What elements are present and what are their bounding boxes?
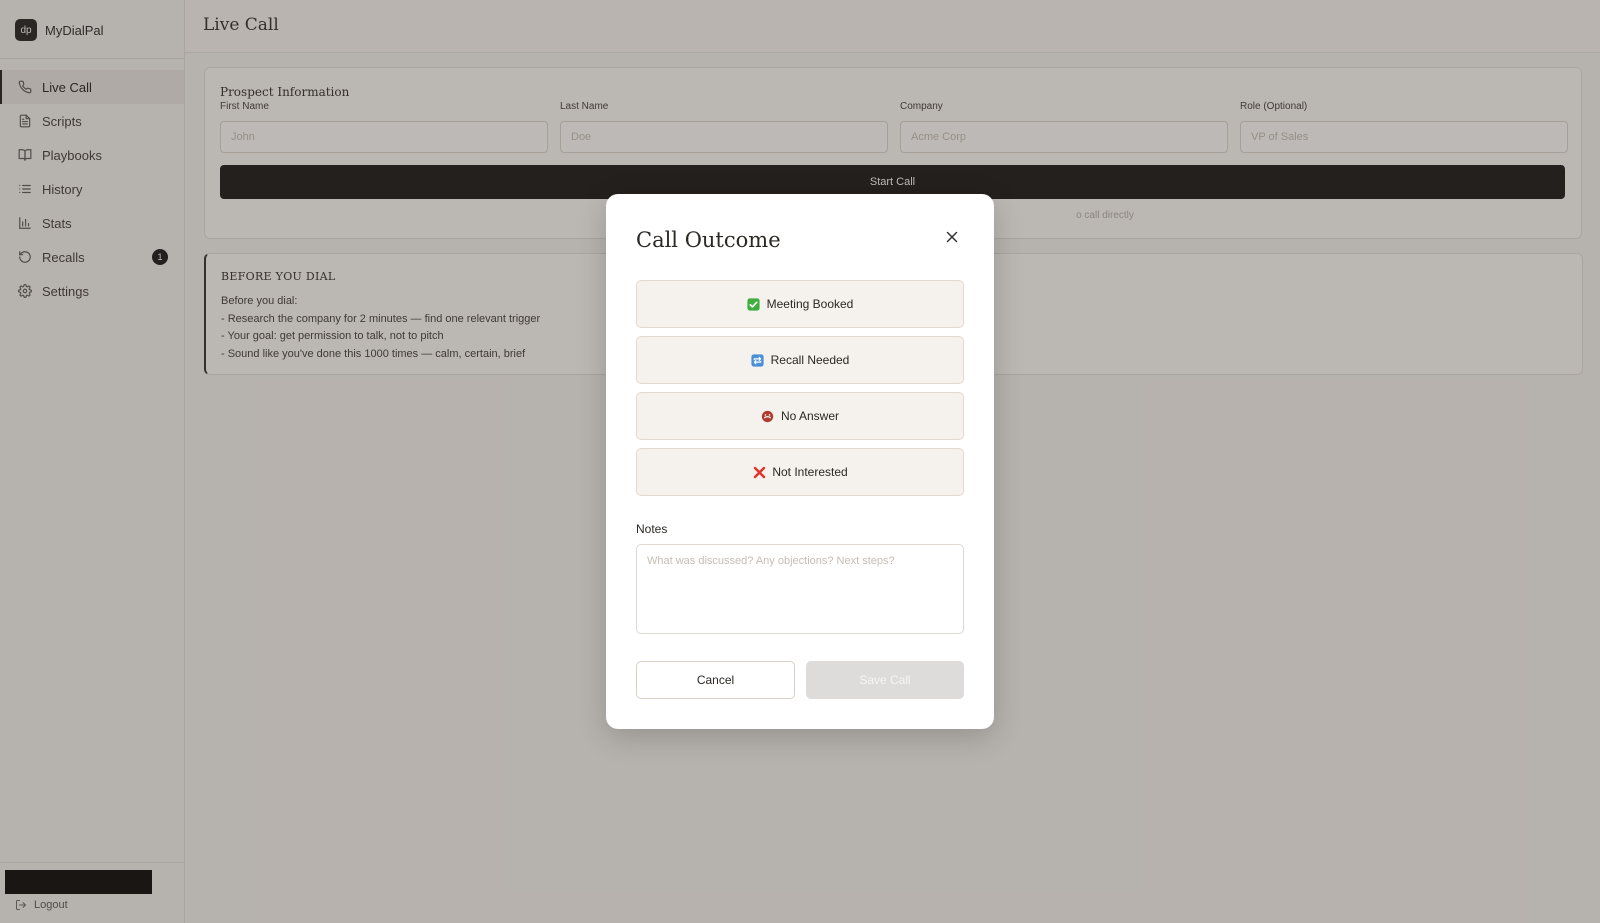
outcome-label: Not Interested	[772, 465, 848, 479]
dialog-title: Call Outcome	[636, 228, 781, 252]
outcome-label: Meeting Booked	[766, 297, 854, 311]
repeat-box-icon	[751, 353, 765, 367]
outcome-label: No Answer	[780, 409, 840, 423]
call-outcome-dialog: Call Outcome Meeting Booked Recall Neede…	[606, 194, 994, 729]
check-box-icon	[747, 297, 761, 311]
no-answer-icon	[761, 409, 775, 423]
cancel-button[interactable]: Cancel	[636, 661, 795, 699]
outcome-not-interested-button[interactable]: Not Interested	[636, 448, 964, 496]
app-root: dp MyDialPal Live Call Scripts Playbooks…	[0, 0, 1600, 923]
cross-mark-icon	[752, 465, 766, 479]
outcome-meeting-booked-button[interactable]: Meeting Booked	[636, 280, 964, 328]
close-icon	[946, 231, 958, 243]
notes-label: Notes	[636, 522, 668, 536]
save-call-button[interactable]: Save Call	[806, 661, 964, 699]
outcome-recall-needed-button[interactable]: Recall Needed	[636, 336, 964, 384]
outcome-label: Recall Needed	[770, 353, 850, 367]
outcome-no-answer-button[interactable]: No Answer	[636, 392, 964, 440]
close-button[interactable]	[941, 226, 963, 248]
outcome-options: Meeting Booked Recall Needed No Answer N…	[636, 280, 964, 504]
notes-textarea[interactable]	[636, 544, 964, 634]
